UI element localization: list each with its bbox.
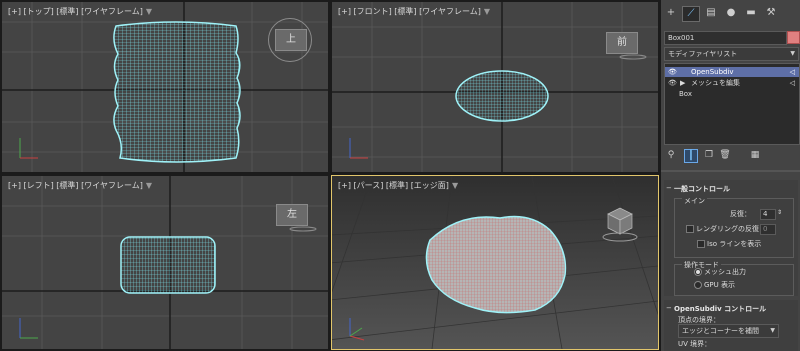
- axis-tripod-icon: [19, 138, 38, 159]
- configure-sets-icon[interactable]: ▦: [749, 149, 761, 161]
- axis-tripod-icon: [349, 138, 368, 159]
- stack-item-box[interactable]: Box: [665, 89, 799, 99]
- chevron-down-icon: ▼: [770, 327, 775, 334]
- spinner-arrows-icon[interactable]: ⇕: [777, 209, 782, 216]
- render-iterations-spinner[interactable]: 0: [760, 224, 776, 235]
- viewport-label[interactable]: [+] [パース] [標準] [エッジ面] ▼: [338, 180, 458, 191]
- stack-item-edit-mesh[interactable]: 👁 ▶ メッシュを編集 ◁: [665, 78, 799, 88]
- modifier-stack[interactable]: 👁 OpenSubdiv ◁ 👁 ▶ メッシュを編集 ◁ Box: [664, 63, 800, 145]
- expand-icon[interactable]: ▶: [680, 78, 685, 88]
- chevron-down-icon: ▼: [790, 50, 795, 57]
- stack-item-opensubdiv[interactable]: 👁 OpenSubdiv ◁: [665, 67, 799, 77]
- utilities-tab-icon[interactable]: ⚒: [763, 6, 779, 20]
- mesh-left[interactable]: [118, 234, 218, 296]
- command-panel: + ⟋ ▤ ● ▬ ⚒ Box001 モディファイヤリスト ▼ 👁 OpenSub…: [661, 0, 800, 351]
- panel-tabs: + ⟋ ▤ ● ▬ ⚒: [661, 0, 800, 26]
- vertex-boundary-dropdown[interactable]: エッジとコーナーを補間 ▼: [678, 324, 779, 338]
- viewcube-perspective[interactable]: [600, 204, 640, 244]
- viewcube-left[interactable]: 左: [276, 204, 308, 226]
- divider: [661, 170, 800, 172]
- make-unique-icon[interactable]: ❐: [703, 149, 715, 161]
- viewport-left[interactable]: [+] [レフト] [標準] [ワイヤフレーム] ▼ 左: [2, 176, 328, 349]
- modifier-list-dropdown[interactable]: モディファイヤリスト ▼: [664, 47, 799, 61]
- opensubdiv-controls-rollout: − OpenSubdiv コントロール 頂点の境界： エッジとコーナーを補間 ▼ …: [664, 300, 798, 351]
- mesh-output-label: メッシュ出力: [704, 268, 746, 276]
- viewport-top[interactable]: [+] [トップ] [標準] [ワイヤフレーム] ▼ 上: [2, 2, 328, 172]
- pin-icon: ◁: [789, 79, 795, 87]
- modify-tab-icon[interactable]: ⟋: [682, 6, 700, 22]
- rollout-title[interactable]: OpenSubdiv コントロール: [674, 304, 766, 314]
- viewcube-top[interactable]: 上: [275, 29, 307, 51]
- gpu-display-radio[interactable]: [694, 281, 702, 289]
- mesh-perspective[interactable]: [420, 210, 570, 316]
- object-name-field[interactable]: Box001: [664, 31, 787, 45]
- uv-boundary-label: UV 境界：: [678, 340, 712, 348]
- axis-tripod-icon: [349, 318, 365, 341]
- general-controls-rollout: − 一般コントロール メイン 反復： 4 ⇕ レンダリングの反復： 0 Iso …: [664, 180, 798, 296]
- gpu-display-label: GPU 表示: [704, 281, 735, 289]
- motion-tab-icon[interactable]: ●: [723, 6, 739, 20]
- viewport-label[interactable]: [+] [レフト] [標準] [ワイヤフレーム] ▼: [8, 180, 152, 191]
- pin-icon: ◁: [789, 68, 795, 76]
- show-end-result-icon[interactable]: ┃: [684, 149, 698, 163]
- filter-icon[interactable]: ▼: [452, 181, 458, 190]
- object-color-swatch[interactable]: [787, 31, 800, 44]
- viewcube-shadow: [619, 54, 647, 60]
- render-iterations-checkbox[interactable]: [686, 225, 694, 233]
- mesh-top[interactable]: [106, 18, 246, 168]
- viewport-label[interactable]: [+] [フロント] [標準] [ワイヤフレーム] ▼: [338, 6, 490, 17]
- collapse-icon[interactable]: −: [666, 304, 672, 312]
- display-tab-icon[interactable]: ▬: [743, 6, 759, 20]
- filter-icon[interactable]: ▼: [484, 7, 490, 16]
- pin-stack-icon[interactable]: ⚲: [665, 149, 677, 161]
- main-group-label: メイン: [682, 196, 707, 206]
- create-tab-icon[interactable]: +: [663, 6, 679, 20]
- iterations-label: 反復：: [730, 210, 751, 218]
- mesh-output-radio[interactable]: [694, 268, 702, 276]
- viewport-label[interactable]: [+] [トップ] [標準] [ワイヤフレーム] ▼: [8, 6, 152, 17]
- remove-modifier-icon[interactable]: 🗑: [719, 149, 731, 161]
- hierarchy-tab-icon[interactable]: ▤: [703, 6, 719, 20]
- filter-icon[interactable]: ▼: [146, 7, 152, 16]
- eye-icon[interactable]: 👁: [668, 78, 677, 88]
- iso-lines-checkbox[interactable]: [697, 240, 705, 248]
- viewcube-shadow: [289, 226, 317, 232]
- render-iterations-label: レンダリングの反復：: [696, 225, 766, 233]
- collapse-icon[interactable]: −: [666, 184, 672, 192]
- viewport-front[interactable]: [+] [フロント] [標準] [ワイヤフレーム] ▼ 前: [332, 2, 658, 172]
- iterations-spinner[interactable]: 4: [760, 209, 776, 220]
- iso-lines-label: Iso ラインを表示: [707, 240, 762, 248]
- axis-tripod-icon: [19, 318, 38, 339]
- mesh-front[interactable]: [452, 68, 552, 124]
- viewcube-front[interactable]: 前: [606, 32, 638, 54]
- rollout-title[interactable]: 一般コントロール: [674, 184, 730, 194]
- eye-icon[interactable]: 👁: [668, 67, 677, 77]
- viewport-perspective[interactable]: [+] [パース] [標準] [エッジ面] ▼: [331, 175, 659, 350]
- filter-icon[interactable]: ▼: [146, 181, 152, 190]
